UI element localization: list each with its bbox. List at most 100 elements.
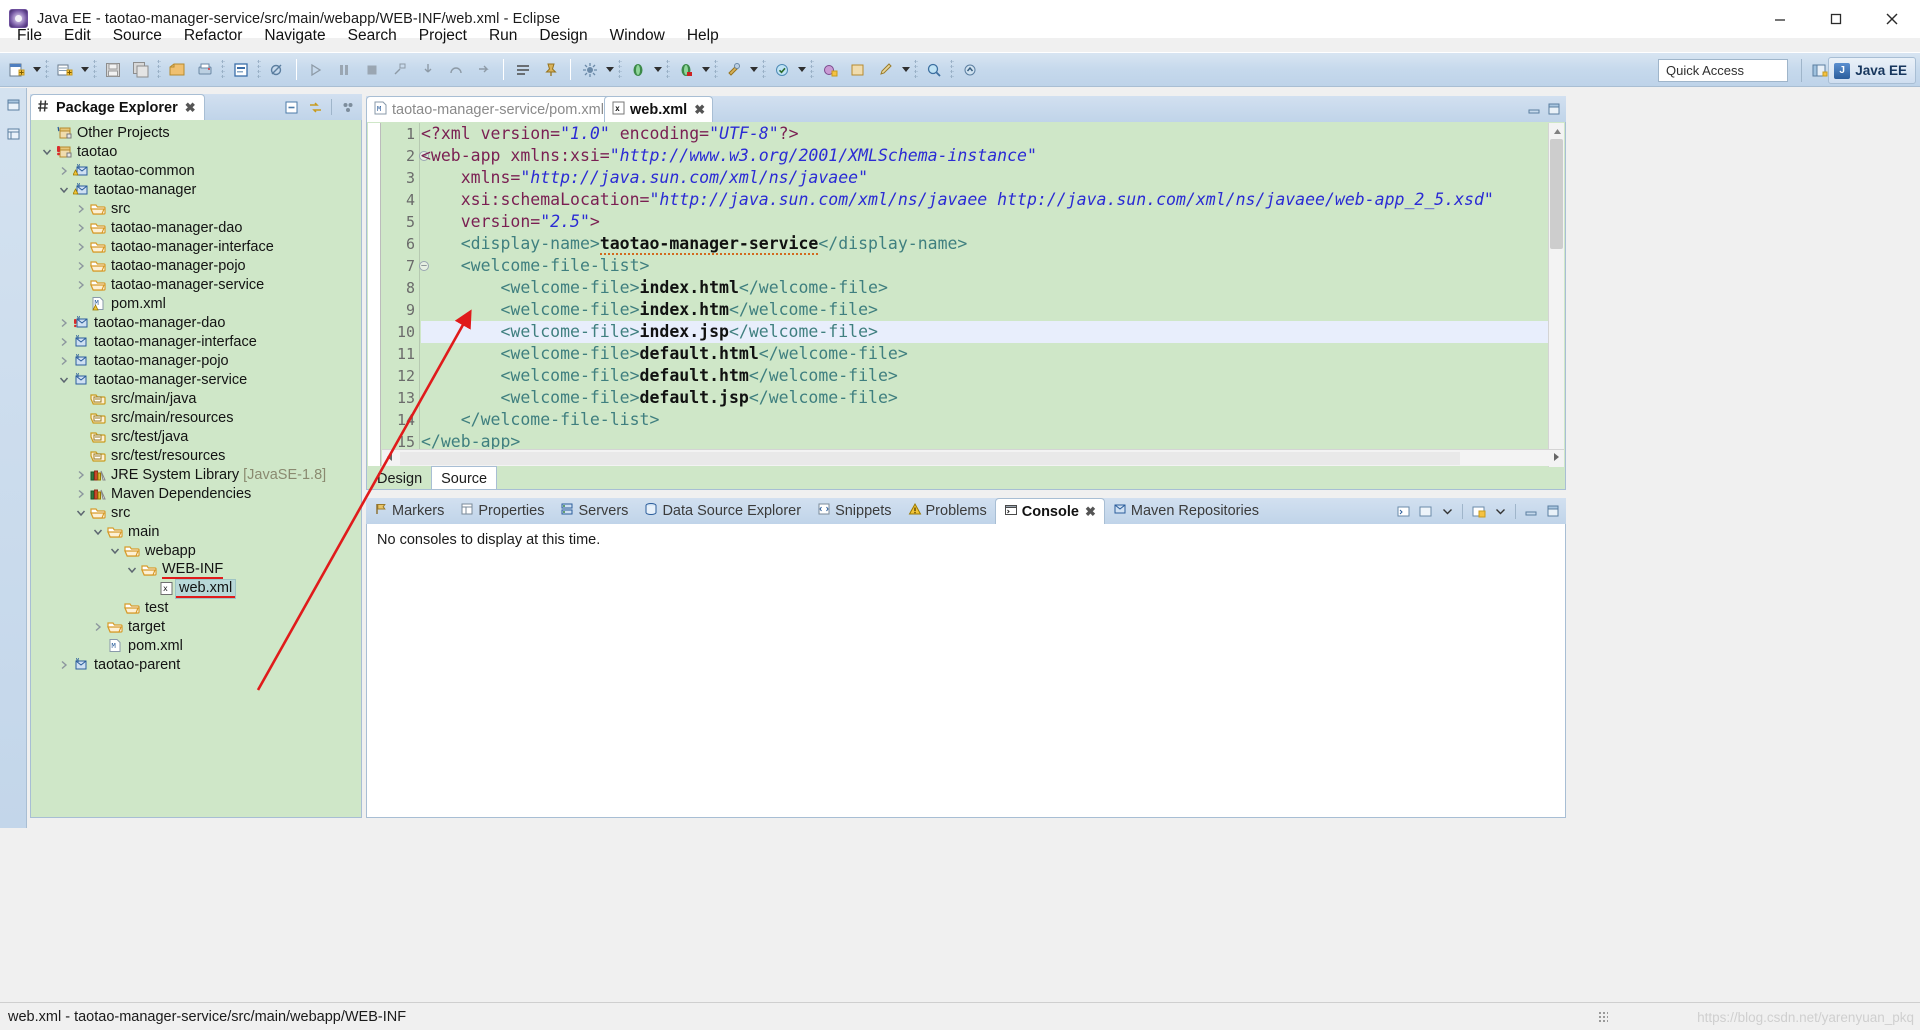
source-code[interactable]: <?xml version="1.0" encoding="UTF-8"?> <w… bbox=[421, 123, 1548, 467]
close-icon[interactable]: ✖ bbox=[694, 102, 705, 118]
code-line[interactable]: <welcome-file>index.htm</welcome-file> bbox=[421, 299, 1548, 321]
edit-dropdown-icon[interactable] bbox=[900, 58, 912, 82]
tree-item-taotao-common[interactable]: Mtaotao-common bbox=[31, 161, 361, 180]
export-icon[interactable] bbox=[164, 57, 190, 83]
open-console-icon[interactable] bbox=[1393, 501, 1413, 521]
maximize-view-icon[interactable] bbox=[1544, 99, 1564, 119]
chevron-right-icon[interactable] bbox=[56, 163, 72, 179]
tree-item-src[interactable]: src bbox=[31, 503, 361, 522]
chevron-down-icon[interactable] bbox=[1437, 501, 1457, 521]
chevron-right-icon[interactable] bbox=[73, 467, 89, 483]
menu-source[interactable]: Source bbox=[103, 24, 172, 48]
chevron-right-icon[interactable] bbox=[56, 315, 72, 331]
editor-vertical-scrollbar[interactable] bbox=[1548, 123, 1564, 467]
chevron-right-icon[interactable] bbox=[73, 486, 89, 502]
run-dropdown-icon[interactable] bbox=[700, 58, 712, 82]
stop-icon[interactable] bbox=[359, 57, 385, 83]
chevron-down-icon[interactable] bbox=[56, 182, 72, 198]
view-menu-icon[interactable] bbox=[337, 96, 359, 118]
code-line[interactable]: version="2.5"> bbox=[421, 211, 1548, 233]
outline-icon[interactable] bbox=[510, 57, 536, 83]
debug-icon[interactable] bbox=[625, 57, 651, 83]
chevron-down-icon[interactable] bbox=[39, 144, 55, 160]
tree-item-src-main-resources[interactable]: src/main/resources bbox=[31, 408, 361, 427]
tree-item-webapp[interactable]: webapp bbox=[31, 541, 361, 560]
scroll-up-icon[interactable] bbox=[1551, 124, 1563, 138]
console-tab-problems[interactable]: Problems bbox=[900, 498, 995, 524]
search-icon[interactable] bbox=[921, 57, 947, 83]
perspective-tab-java-ee[interactable]: J Java EE bbox=[1828, 57, 1916, 84]
tree-item-jre-system-library[interactable]: JRE System Library [JavaSE-1.8] bbox=[31, 465, 361, 484]
new-java-project-dropdown-icon[interactable] bbox=[79, 58, 91, 82]
chevron-right-icon[interactable] bbox=[73, 277, 89, 293]
tree-item-taotao-manager-interface[interactable]: taotao-manager-interface bbox=[31, 237, 361, 256]
new-class-icon[interactable] bbox=[845, 57, 871, 83]
menu-help[interactable]: Help bbox=[677, 24, 729, 48]
close-icon[interactable]: ✖ bbox=[185, 100, 196, 116]
code-line[interactable]: <welcome-file-list> bbox=[421, 255, 1548, 277]
pin-icon[interactable] bbox=[538, 57, 564, 83]
tree-item-taotao-manager-dao[interactable]: taotao-manager-dao bbox=[31, 218, 361, 237]
chevron-down-icon[interactable] bbox=[56, 372, 72, 388]
menu-design[interactable]: Design bbox=[529, 24, 597, 48]
package-explorer-tree[interactable]: Other Projects taotao Mtaotao-common Mtaota… bbox=[30, 120, 362, 818]
code-line[interactable]: xsi:schemaLocation="http://java.sun.com/… bbox=[421, 189, 1548, 211]
tab-design[interactable]: Design bbox=[368, 466, 432, 489]
debug-config-dropdown-icon[interactable] bbox=[604, 58, 616, 82]
minimize-view-icon[interactable] bbox=[1521, 501, 1541, 521]
disconnect-icon[interactable] bbox=[387, 57, 413, 83]
console-tab-maven-repositories[interactable]: Maven Repositories bbox=[1105, 498, 1267, 524]
edit-icon[interactable] bbox=[873, 57, 899, 83]
chevron-right-icon[interactable] bbox=[56, 353, 72, 369]
menu-navigate[interactable]: Navigate bbox=[254, 24, 335, 48]
console-tab-servers[interactable]: Servers bbox=[552, 498, 636, 524]
debug-dropdown-icon[interactable] bbox=[652, 58, 664, 82]
tree-item-taotao-manager-pojo[interactable]: Mtaotao-manager-pojo bbox=[31, 351, 361, 370]
run-icon[interactable] bbox=[673, 57, 699, 83]
link-with-editor-icon[interactable] bbox=[304, 96, 326, 118]
save-all-icon[interactable] bbox=[128, 57, 154, 83]
chevron-right-icon[interactable] bbox=[56, 657, 72, 673]
editor-tab-pom-xml[interactable]: M taotao-manager-service/pom.xml bbox=[366, 96, 612, 122]
chevron-right-icon[interactable] bbox=[56, 334, 72, 350]
scroll-right-icon[interactable] bbox=[1552, 449, 1560, 467]
tree-item-main[interactable]: main bbox=[31, 522, 361, 541]
toggle-breakpoint-icon[interactable] bbox=[264, 57, 290, 83]
display-console-icon[interactable] bbox=[1415, 501, 1435, 521]
console-tab-markers[interactable]: Markers bbox=[366, 498, 452, 524]
minimize-view-icon[interactable] bbox=[1524, 99, 1544, 119]
tree-item-taotao-manager-service[interactable]: Mtaotao-manager-service bbox=[31, 370, 361, 389]
tree-item-taotao[interactable]: taotao bbox=[31, 142, 361, 161]
quick-access-input[interactable]: Quick Access bbox=[1658, 59, 1788, 82]
editor-horizontal-scrollbar[interactable] bbox=[382, 449, 1564, 466]
tree-item-pom-xml[interactable]: Mpom.xml bbox=[31, 636, 361, 655]
collapse-all-icon[interactable] bbox=[280, 96, 302, 118]
code-line[interactable]: <?xml version="1.0" encoding="UTF-8"?> bbox=[421, 123, 1548, 145]
validate-dropdown-icon[interactable] bbox=[796, 58, 808, 82]
close-icon[interactable]: ✖ bbox=[1085, 504, 1096, 520]
scroll-left-icon[interactable] bbox=[386, 449, 394, 467]
tree-item-target[interactable]: target bbox=[31, 617, 361, 636]
menu-run[interactable]: Run bbox=[479, 24, 527, 48]
step-over-icon[interactable] bbox=[443, 57, 469, 83]
external-tools-dropdown-icon[interactable] bbox=[748, 58, 760, 82]
scrollbar-thumb[interactable] bbox=[1550, 139, 1563, 249]
tree-item-maven-dependencies[interactable]: Maven Dependencies bbox=[31, 484, 361, 503]
code-line[interactable]: </welcome-file-list> bbox=[421, 409, 1548, 431]
chevron-down-icon[interactable] bbox=[73, 505, 89, 521]
chevron-down-icon[interactable] bbox=[124, 562, 140, 578]
previous-annotation-icon[interactable] bbox=[957, 57, 983, 83]
tree-item-taotao-manager-dao[interactable]: Mtaotao-manager-dao bbox=[31, 313, 361, 332]
code-line[interactable]: <welcome-file>default.htm</welcome-file> bbox=[421, 365, 1548, 387]
run-debug-icon[interactable] bbox=[303, 57, 329, 83]
save-icon[interactable] bbox=[100, 57, 126, 83]
validate-icon[interactable] bbox=[769, 57, 795, 83]
hscrollbar-thumb[interactable] bbox=[400, 451, 1460, 465]
code-line[interactable]: xmlns="http://java.sun.com/xml/ns/javaee… bbox=[421, 167, 1548, 189]
tree-item-test[interactable]: test bbox=[31, 598, 361, 617]
chevron-right-icon[interactable] bbox=[73, 258, 89, 274]
menu-file[interactable]: File bbox=[7, 24, 52, 48]
tree-item-other-projects[interactable]: Other Projects bbox=[31, 123, 361, 142]
menu-search[interactable]: Search bbox=[338, 24, 407, 48]
new-console-view-icon[interactable] bbox=[1468, 501, 1488, 521]
